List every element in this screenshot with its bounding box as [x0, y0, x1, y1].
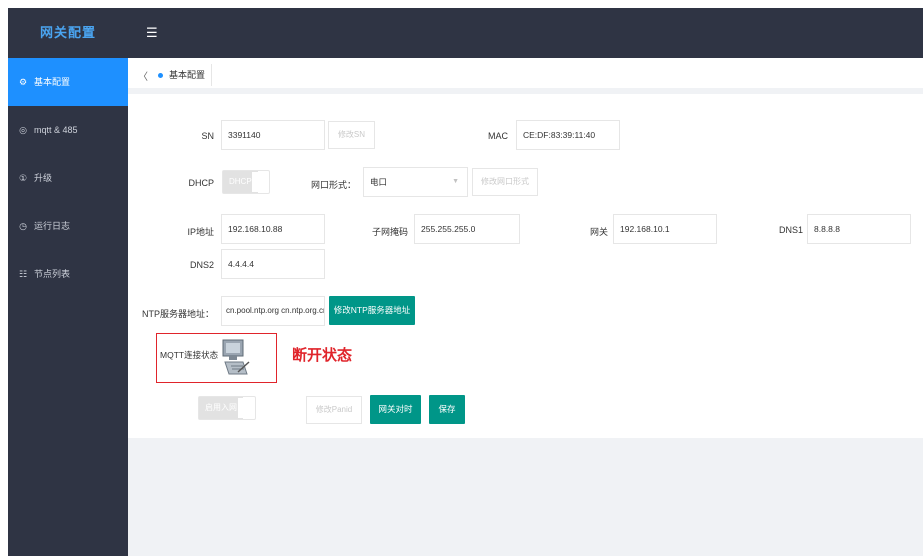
gateway-input[interactable]: 192.168.10.1: [613, 214, 717, 244]
sidebar: 网关配置 ⚙ 基本配置 ◎ mqtt & 485 ① 升级 ◷ 运行日志 ☷ 节…: [8, 8, 128, 556]
modify-port-type-button[interactable]: 修改网口形式: [472, 168, 538, 196]
switch-knob: [238, 398, 254, 418]
gateway-label: 网关: [589, 227, 608, 237]
app-logo: 网关配置: [39, 25, 96, 40]
list-icon: ☷: [18, 269, 28, 279]
sn-input[interactable]: 3391140: [221, 120, 325, 150]
dns1-input[interactable]: 8.8.8.8: [807, 214, 911, 244]
mqtt-status-box: MQTT连接状态: [156, 333, 277, 383]
ntp-input[interactable]: cn.pool.ntp.org cn.ntp.org.cn: [221, 296, 325, 326]
save-button[interactable]: 保存: [429, 395, 465, 424]
tab-basic-config[interactable]: 基本配置: [152, 64, 213, 86]
gear-icon: ⚙: [18, 77, 28, 87]
chevron-down-icon: ▼: [452, 178, 459, 185]
mqtt-status-label: MQTT连接状态: [160, 350, 219, 360]
port-type-label: 网口形式：: [310, 180, 356, 190]
clock-icon: ◷: [19, 221, 27, 231]
content-footer-area: [128, 438, 923, 556]
mqtt-status-value: 断开状态: [292, 347, 353, 364]
ntp-label: NTP服务器地址：: [141, 309, 214, 319]
subnet-mask-label: 子网掩码: [371, 227, 408, 237]
sidebar-item-label: mqtt & 485: [34, 125, 78, 135]
enable-join-switch[interactable]: 启用入网: [198, 396, 256, 420]
menu-toggle-icon[interactable]: ☰: [146, 25, 158, 41]
sidebar-item-label: 节点列表: [34, 269, 71, 279]
dns1-label: DNS1: [778, 225, 803, 235]
sidebar-item-label: 基本配置: [34, 77, 71, 87]
active-dot-icon: [158, 72, 163, 78]
mac-input[interactable]: CE:DF:83:39:11:40: [516, 120, 620, 150]
target-icon: ◎: [19, 125, 27, 135]
sidebar-item-label: 升级: [34, 173, 53, 183]
modify-sn-button[interactable]: 修改SN: [328, 121, 375, 149]
dhcp-switch[interactable]: DHCP: [222, 170, 270, 194]
port-type-select[interactable]: 电口 ▼: [363, 167, 468, 197]
dns2-input[interactable]: 4.4.4.4: [221, 249, 325, 279]
sidebar-item-basic-config[interactable]: ⚙ 基本配置: [8, 58, 128, 106]
mac-label: MAC: [488, 131, 508, 141]
subnet-mask-input[interactable]: 255.255.255.0: [414, 214, 520, 244]
modify-ntp-button[interactable]: 修改NTP服务器地址: [329, 296, 415, 325]
sn-label: SN: [201, 131, 214, 141]
tab-back-icon[interactable]: 〈: [138, 68, 148, 83]
tab-label: 基本配置: [169, 70, 206, 80]
info-circle-icon: ①: [18, 173, 28, 183]
sidebar-item-label: 运行日志: [34, 221, 71, 231]
sidebar-item-upgrade[interactable]: ① 升级: [8, 154, 128, 202]
sidebar-item-mqtt-485[interactable]: ◎ mqtt & 485: [8, 106, 128, 154]
port-type-value: 电口: [370, 177, 388, 187]
sidebar-item-run-log[interactable]: ◷ 运行日志: [8, 202, 128, 250]
modify-panid-button[interactable]: 修改Panid: [306, 396, 362, 424]
top-header: ☰: [128, 8, 923, 58]
switch-knob: [252, 172, 268, 192]
dns2-label: DNS2: [189, 260, 214, 270]
config-form: SN 3391140 修改SN MAC CE:DF:83:39:11:40 DH…: [128, 100, 923, 438]
ip-label: IP地址: [187, 227, 214, 237]
sidebar-item-node-list[interactable]: ☷ 节点列表: [8, 250, 128, 298]
dhcp-label: DHCP: [188, 178, 214, 188]
join-switch-text: 启用入网: [199, 397, 243, 419]
ip-input[interactable]: 192.168.10.88: [221, 214, 325, 244]
gateway-time-sync-button[interactable]: 网关对时: [370, 395, 421, 424]
tab-bar: 〈 基本配置: [128, 58, 923, 94]
disconnected-computer-icon: [222, 339, 250, 375]
